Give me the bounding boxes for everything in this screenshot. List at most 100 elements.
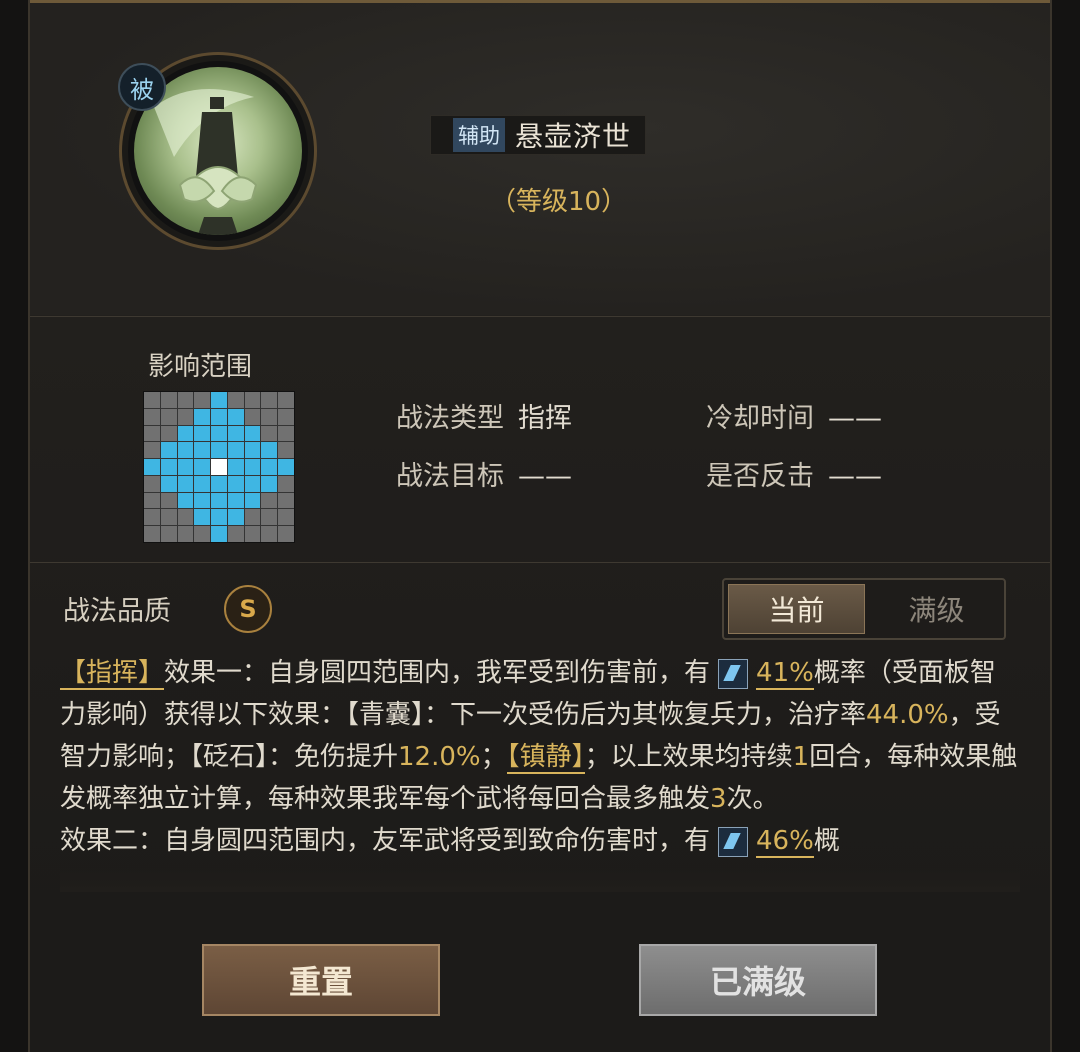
range-cell-active (211, 392, 227, 408)
counter-label: 是否反击 (706, 461, 814, 492)
range-cell-active (278, 459, 294, 475)
desc-text: ；以上效果均持续 (584, 742, 793, 772)
range-cell-active (211, 442, 227, 459)
range-cell (144, 526, 160, 542)
range-cell-active (227, 509, 244, 526)
divider (30, 562, 1050, 563)
range-cell-active (244, 459, 261, 475)
target-row: 战法目标 —— (396, 454, 572, 493)
passive-badge: 被 (118, 63, 166, 111)
desc-text: 效果一：自身圆四范围内，我军受到伤害前，有 (164, 658, 711, 688)
desc-text: 效果二：自身圆四范围内，友军武将受到致命伤害时，有 (60, 826, 711, 856)
range-cell (160, 425, 177, 442)
range-cell-active (261, 459, 278, 475)
skill-type-tag: 辅助 (453, 118, 505, 152)
range-cell (194, 392, 211, 408)
command-tag: 【指挥】 (60, 658, 165, 690)
range-cell (244, 392, 261, 408)
quality-badge: S (224, 585, 272, 633)
reset-button[interactable]: 重置 (202, 944, 440, 1016)
range-cell-active (194, 442, 211, 459)
range-cell (261, 526, 278, 542)
skill-header: 被 辅助 悬壶济世 （等级10） (30, 3, 1050, 315)
tab-max-level[interactable]: 满级 (869, 580, 1004, 638)
range-cell (278, 408, 294, 425)
range-cell-active (144, 459, 160, 475)
range-cell (227, 392, 244, 408)
range-cell (261, 408, 278, 425)
range-cell-active (194, 425, 211, 442)
range-cell (144, 492, 160, 509)
range-cell (144, 475, 160, 492)
range-cell (244, 509, 261, 526)
range-cell-active (227, 442, 244, 459)
range-cell (177, 509, 194, 526)
range-cell (177, 392, 194, 408)
counter-row: 是否反击 —— (706, 454, 882, 493)
range-cell (278, 475, 294, 492)
range-cell (278, 492, 294, 509)
range-cell (244, 408, 261, 425)
range-cell (144, 425, 160, 442)
range-cell (278, 442, 294, 459)
range-cell-active (194, 459, 211, 475)
range-cell-active (211, 492, 227, 509)
desc-text: 概 (813, 826, 840, 856)
range-cell (278, 425, 294, 442)
range-cell (144, 392, 160, 408)
range-cell (160, 509, 177, 526)
range-cell-active (227, 459, 244, 475)
skill-type-row: 战法类型 指挥 (396, 396, 572, 435)
range-cell (160, 492, 177, 509)
range-cell (278, 509, 294, 526)
range-cell-active (227, 425, 244, 442)
range-cell-active (227, 492, 244, 509)
range-cell (160, 408, 177, 425)
range-cell-active (177, 475, 194, 492)
skill-level: （等级10） (490, 187, 628, 217)
range-cell-active (177, 492, 194, 509)
range-cell-active (211, 526, 227, 542)
tab-current[interactable]: 当前 (728, 584, 865, 634)
divider (30, 316, 1050, 317)
duration-turns: 1 (792, 742, 810, 772)
range-cell-active (261, 442, 278, 459)
level-toggle: 当前 满级 (722, 578, 1006, 640)
range-cell-active (160, 475, 177, 492)
range-cell-active (227, 475, 244, 492)
range-cell (261, 425, 278, 442)
range-cell-active (194, 509, 211, 526)
range-cell (227, 526, 244, 542)
range-cell-active (244, 425, 261, 442)
desc-text: ； (480, 742, 507, 772)
range-cell-active (194, 408, 211, 425)
range-cell-active (160, 442, 177, 459)
range-cell-active (227, 408, 244, 425)
skill-title-box: 辅助 悬壶济世 (430, 115, 647, 155)
max-level-button[interactable]: 已满级 (639, 944, 877, 1016)
intelligence-icon (718, 826, 749, 857)
range-cell-active (244, 442, 261, 459)
range-cell (160, 392, 177, 408)
range-cell (177, 526, 194, 542)
skill-detail-panel: 被 辅助 悬壶济世 （等级10） 影响范围 战法类型 指挥 冷却时间 —— 战法目标… (28, 0, 1052, 1052)
range-cell (244, 526, 261, 542)
skill-description[interactable]: 【指挥】效果一：自身圆四范围内，我军受到伤害前，有 41%概率（受面板智力影响）获… (60, 652, 1020, 876)
range-cell-active (261, 475, 278, 492)
range-cell (261, 492, 278, 509)
range-label: 影响范围 (148, 352, 253, 382)
range-cell-active (177, 442, 194, 459)
range-cell (261, 392, 278, 408)
max-trigger-times: 3 (710, 784, 727, 814)
range-cell (160, 526, 177, 542)
target-label: 战法目标 (396, 461, 504, 492)
range-cell-active (177, 459, 194, 475)
range-cell-active (244, 475, 261, 492)
calm-tag: 【镇静】 (506, 742, 585, 774)
damage-reduction: 12.0% (398, 742, 481, 772)
target-value: —— (518, 461, 572, 492)
desc-text: 次。 (726, 784, 779, 814)
range-cell-active (160, 459, 177, 475)
cooldown-row: 冷却时间 —— (706, 396, 882, 435)
range-cell-active (211, 425, 227, 442)
